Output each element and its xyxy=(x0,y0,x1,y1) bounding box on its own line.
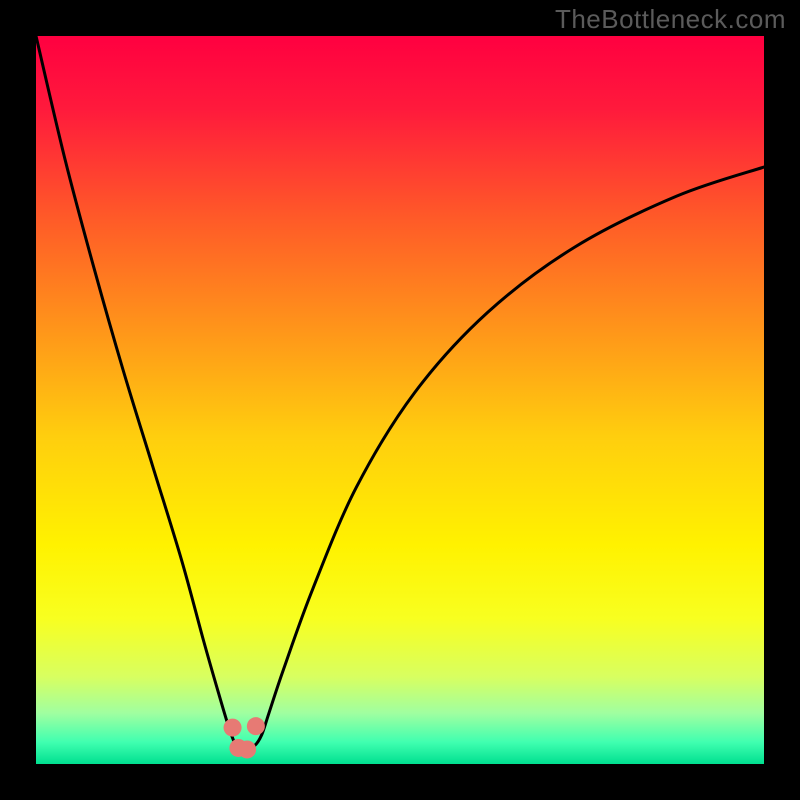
gradient-background xyxy=(36,36,764,764)
min-marker-bottomR xyxy=(238,740,256,758)
chart-frame: TheBottleneck.com xyxy=(0,0,800,800)
min-marker-left xyxy=(224,719,242,737)
plot-area xyxy=(36,36,764,764)
watermark-text: TheBottleneck.com xyxy=(555,4,786,35)
min-marker-right xyxy=(247,717,265,735)
chart-svg xyxy=(36,36,764,764)
